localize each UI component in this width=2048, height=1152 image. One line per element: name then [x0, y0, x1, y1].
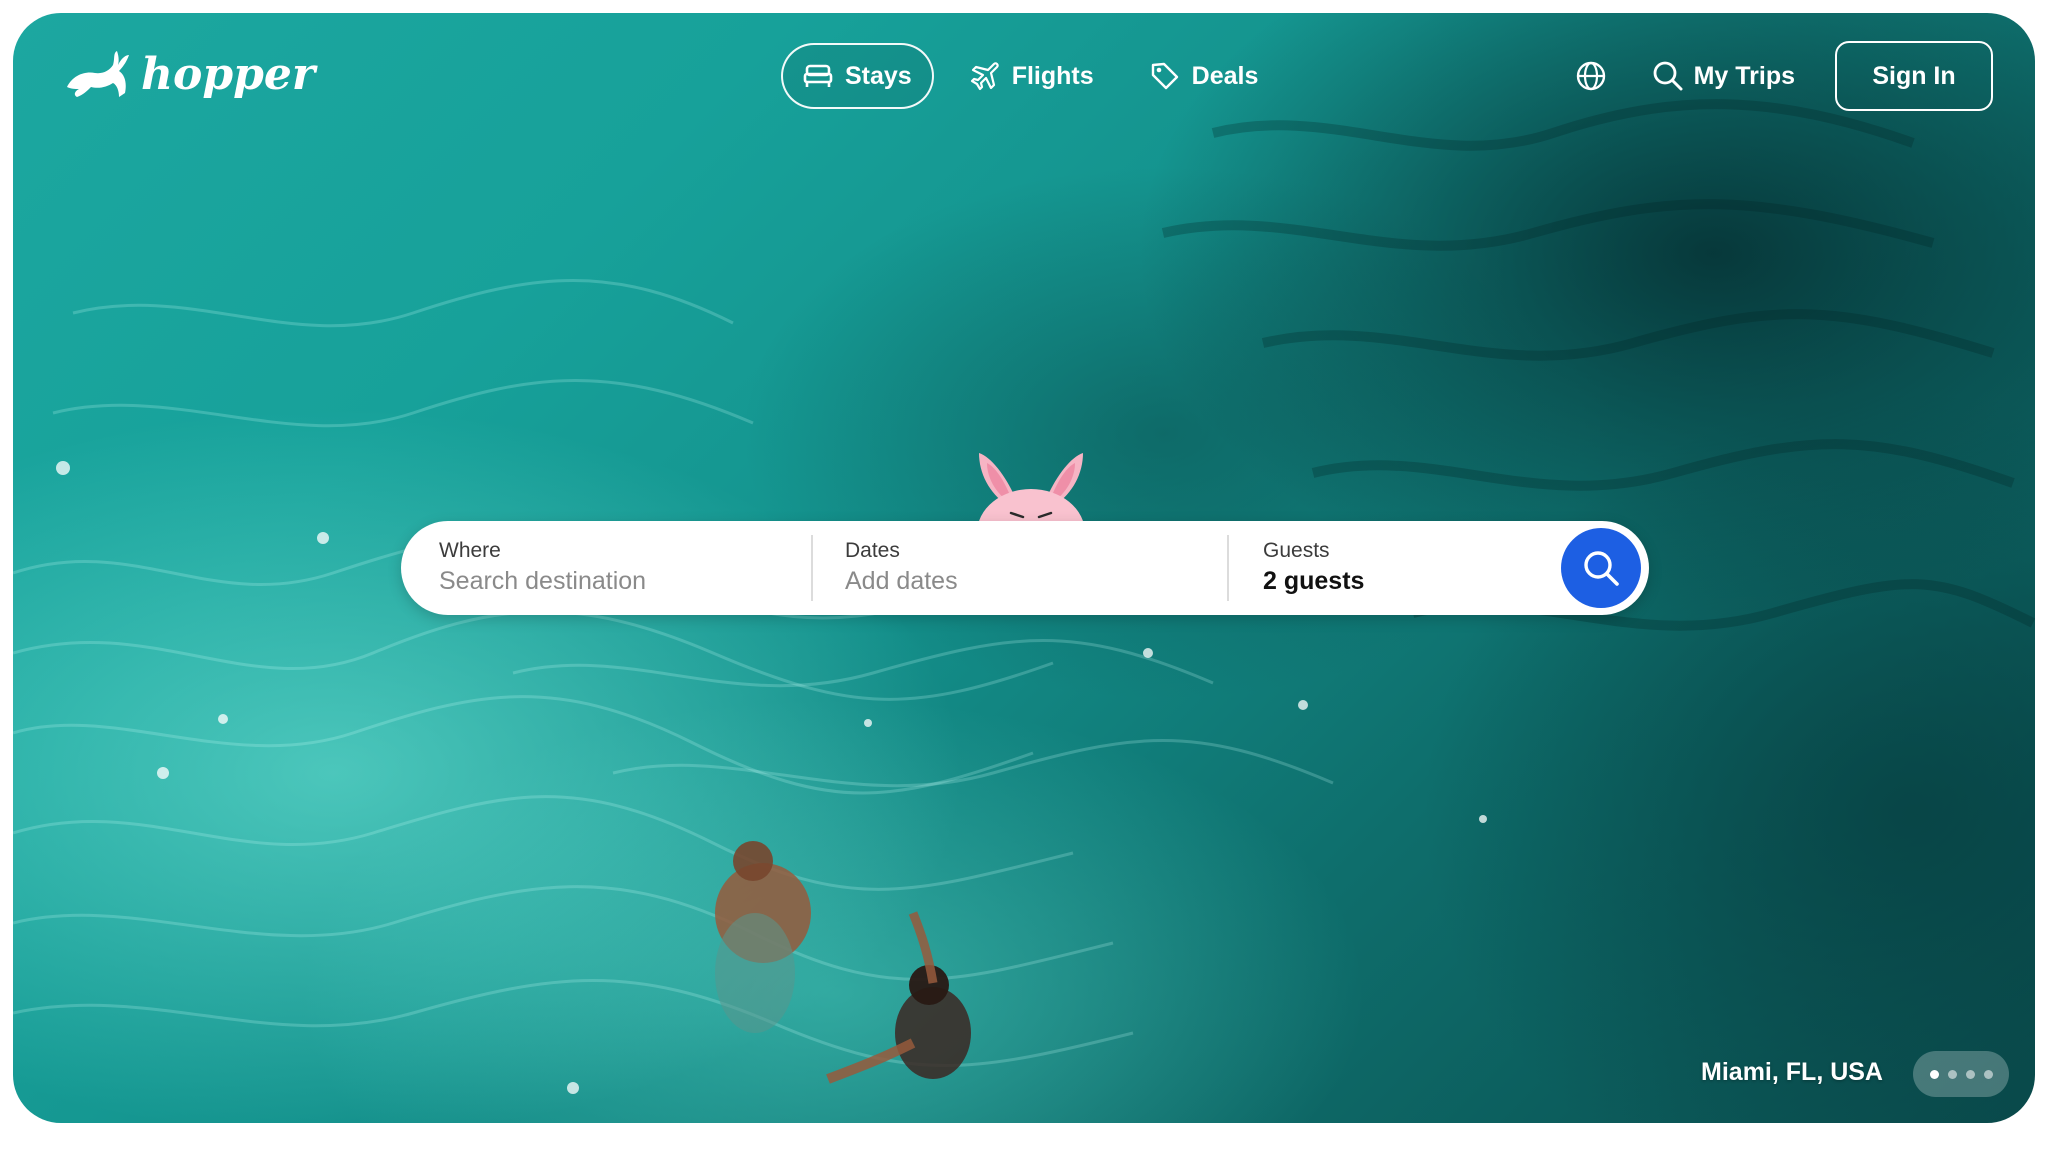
language-button[interactable]	[1564, 49, 1618, 103]
dates-field[interactable]: Dates Add dates	[813, 521, 1227, 615]
hero-location-label: Miami, FL, USA	[1701, 1058, 1883, 1086]
dates-input[interactable]: Add dates	[845, 565, 1227, 598]
tab-stays[interactable]: Stays	[781, 43, 934, 109]
carousel-dot-4[interactable]	[1983, 1069, 1993, 1079]
hopper-logo[interactable]: hopper	[63, 47, 315, 103]
guests-label: Guests	[1263, 539, 1330, 563]
swimmers	[715, 841, 971, 1084]
globe-icon	[1576, 61, 1605, 91]
sign-in-button[interactable]: Sign In	[1835, 41, 1993, 111]
hero-background: hopper Stays Flights Deals My Trips Sign…	[13, 13, 2035, 1123]
carousel-pagination	[1913, 1051, 2009, 1097]
where-label: Where	[439, 539, 501, 563]
main-nav: Stays Flights Deals	[781, 43, 1278, 109]
where-input[interactable]: Search destination	[439, 565, 811, 598]
tab-deals[interactable]: Deals	[1130, 43, 1279, 109]
carousel-dot-3[interactable]	[1965, 1069, 1975, 1079]
bunny-leaping-icon	[67, 51, 129, 97]
search-button[interactable]	[1561, 528, 1641, 608]
where-field[interactable]: Where Search destination	[401, 521, 811, 615]
search-icon	[1584, 551, 1619, 586]
guests-field[interactable]: Guests 2 guests	[1229, 521, 1549, 615]
header-actions: My Trips Sign In	[1564, 41, 1993, 111]
search-icon	[1653, 61, 1683, 91]
search-bar: Where Search destination Dates Add dates…	[401, 521, 1649, 615]
airplane-icon	[970, 62, 999, 91]
tab-deals-label: Deals	[1191, 61, 1259, 90]
tab-stays-label: Stays	[845, 61, 912, 90]
carousel-dot-1[interactable]	[1929, 1069, 1939, 1079]
bed-icon	[803, 64, 833, 87]
dates-label: Dates	[845, 539, 900, 563]
tab-flights[interactable]: Flights	[950, 43, 1114, 109]
guests-value[interactable]: 2 guests	[1263, 565, 1549, 598]
brand-name: hopper	[141, 49, 316, 100]
tag-icon	[1151, 62, 1178, 90]
my-trips-button[interactable]: My Trips	[1652, 60, 1795, 92]
my-trips-label: My Trips	[1693, 61, 1795, 90]
tab-flights-label: Flights	[1011, 61, 1094, 90]
carousel-dot-2[interactable]	[1947, 1069, 1957, 1079]
